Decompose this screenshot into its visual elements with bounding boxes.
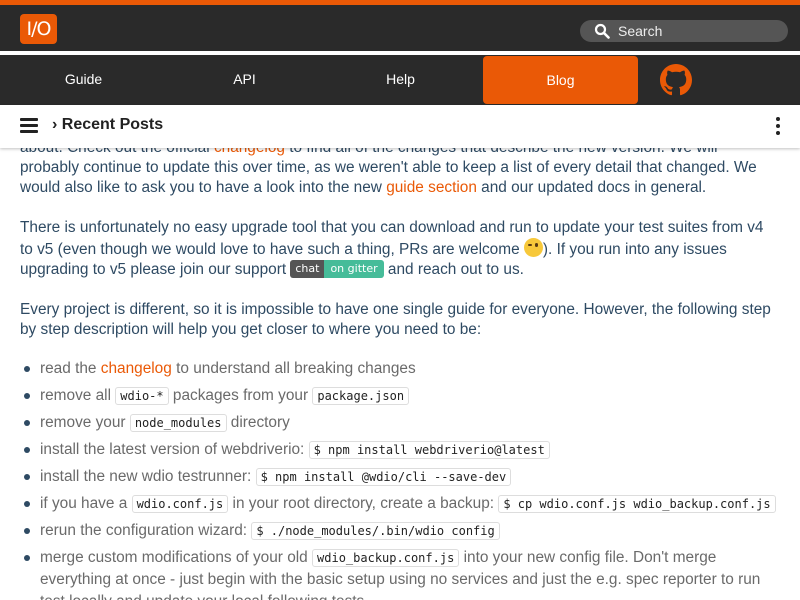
article-body: about. Check out the official changelog … bbox=[20, 138, 780, 600]
list-item: merge custom modifications of your old w… bbox=[20, 547, 780, 600]
text: read the bbox=[40, 360, 101, 377]
kebab-icon[interactable] bbox=[776, 117, 780, 135]
text: in your root directory, create a backup: bbox=[228, 495, 499, 512]
badge-left: chat bbox=[290, 260, 325, 278]
text: rerun the configuration wizard: bbox=[40, 522, 252, 539]
list-item: install the latest version of webdriveri… bbox=[20, 439, 780, 461]
text: remove your bbox=[40, 414, 130, 431]
breadcrumb[interactable]: › Recent Posts bbox=[52, 116, 163, 134]
code-snippet: wdio_backup.conf.js bbox=[312, 549, 460, 567]
guide-section-link[interactable]: guide section bbox=[386, 179, 477, 196]
list-item: remove your node_modules directory bbox=[20, 412, 780, 434]
nav-guide[interactable]: Guide bbox=[20, 55, 147, 105]
text: and our updated docs in general. bbox=[476, 179, 707, 196]
code-snippet: wdio-* bbox=[115, 387, 169, 405]
text: to understand all breaking changes bbox=[171, 360, 416, 377]
code-snippet: package.json bbox=[312, 387, 410, 405]
list-item: rerun the configuration wizard: $ ./node… bbox=[20, 520, 780, 542]
brand-bar: I/O bbox=[0, 5, 800, 51]
code-snippet: $ cp wdio.conf.js wdio_backup.conf.js bbox=[498, 495, 776, 513]
steps-list: read the changelog to understand all bre… bbox=[20, 358, 780, 600]
github-icon[interactable] bbox=[660, 64, 692, 96]
text: if you have a bbox=[40, 495, 132, 512]
code-snippet: wdio.conf.js bbox=[131, 495, 229, 513]
gitter-chat-badge[interactable]: chat on gitter bbox=[290, 260, 384, 278]
text: remove all bbox=[40, 387, 116, 404]
search-box[interactable] bbox=[580, 20, 788, 42]
hamburger-icon[interactable] bbox=[20, 118, 38, 134]
text: directory bbox=[226, 414, 290, 431]
text: merge custom modifications of your old bbox=[40, 549, 313, 566]
list-item: if you have a wdio.conf.js in your root … bbox=[20, 493, 780, 515]
list-item: remove all wdio-* packages from your pac… bbox=[20, 385, 780, 407]
text: and reach out to us. bbox=[383, 261, 524, 278]
list-item: read the changelog to understand all bre… bbox=[20, 358, 780, 380]
changelog-link[interactable]: changelog bbox=[101, 360, 172, 377]
search-icon bbox=[594, 23, 610, 39]
nav-api[interactable]: API bbox=[181, 55, 308, 105]
code-snippet: $ npm install @wdio/cli --save-dev bbox=[255, 468, 512, 486]
text: install the latest version of webdriveri… bbox=[40, 441, 309, 458]
site-logo[interactable]: I/O bbox=[20, 14, 57, 44]
search-input[interactable] bbox=[618, 23, 778, 39]
badge-right: on gitter bbox=[324, 260, 384, 278]
sub-header: › Recent Posts bbox=[0, 105, 800, 148]
text: packages from your bbox=[168, 387, 313, 404]
wink-emoji-icon bbox=[523, 238, 543, 257]
code-snippet: $ ./node_modules/.bin/wdio config bbox=[251, 522, 500, 540]
text: install the new wdio testrunner: bbox=[40, 468, 256, 485]
code-snippet: node_modules bbox=[129, 414, 227, 432]
nav-blog[interactable]: Blog bbox=[483, 56, 638, 104]
paragraph-upgrade: There is unfortunately no easy upgrade t… bbox=[20, 218, 780, 280]
list-item: install the new wdio testrunner: $ npm i… bbox=[20, 466, 780, 488]
nav-help[interactable]: Help bbox=[337, 55, 464, 105]
paragraph-steps-intro: Every project is different, so it is imp… bbox=[20, 301, 771, 338]
code-snippet: $ npm install webdriverio@latest bbox=[308, 441, 550, 459]
